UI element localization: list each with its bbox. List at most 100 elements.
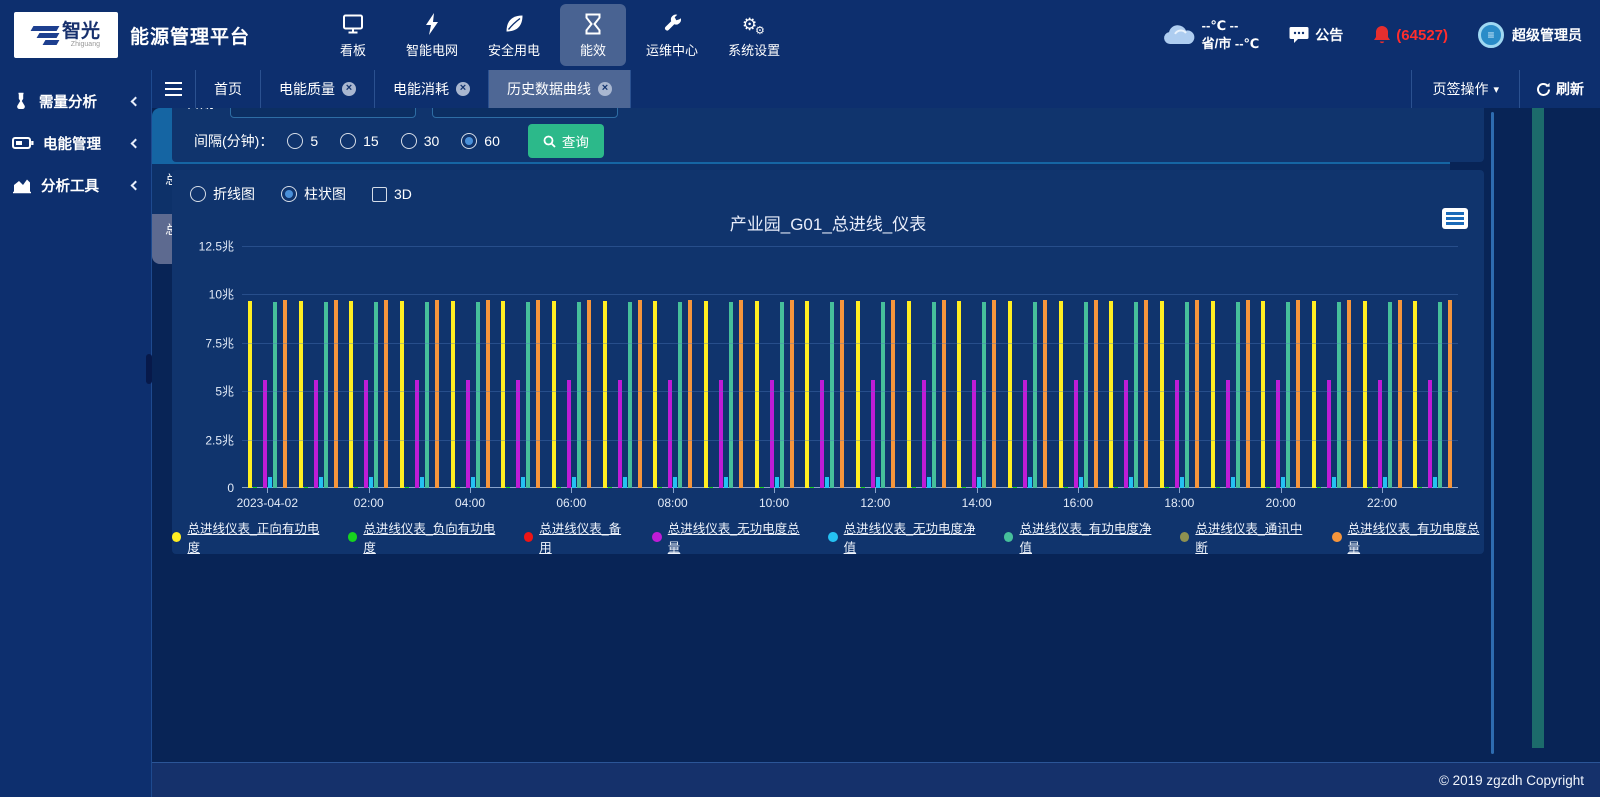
nav-item-dashboard[interactable]: 看板 [320,4,386,66]
legend-item[interactable]: 总进线仪表_有功电度净值 [1004,518,1156,556]
weather-city: 省/市 --℃ [1202,35,1260,53]
chart-option-bar-chart[interactable]: 柱状图 [281,184,346,204]
refresh-button[interactable]: 刷新 [1520,70,1600,108]
user-avatar-icon: ≡ [1478,22,1504,48]
search-button[interactable]: 查询 [528,124,604,158]
tab-home[interactable]: 首页 [196,70,261,108]
page-content: 日期 2023-04-02 2023-04-02 间隔(分钟)： 5153060… [152,108,1600,762]
user-menu[interactable]: ≡ 超级管理员 [1478,22,1582,48]
close-tab-icon[interactable]: × [456,82,470,96]
legend-item[interactable]: 总进线仪表_备用 [524,518,629,556]
nav-item-ops-center[interactable]: 运维中心 [636,4,708,66]
bar [1378,380,1382,488]
nav-item-energy-efficiency[interactable]: 能效 [560,4,626,66]
x-axis-tick [774,488,775,493]
bar [739,300,743,488]
panel-scrollbar[interactable] [1491,112,1494,754]
radio-icon[interactable] [190,186,206,202]
area-chart-icon [12,176,32,194]
bar [709,487,713,488]
bar [476,302,480,488]
legend-item[interactable]: 总进线仪表_通讯中断 [1180,518,1308,556]
bar [1286,302,1290,488]
bar [1327,380,1331,488]
bar [825,477,829,488]
radio-icon[interactable] [340,133,356,149]
bar-group-hour-7 [597,246,648,488]
monitor-icon [341,10,365,36]
bar [349,301,353,488]
collapse-sidebar-button[interactable] [152,70,196,108]
bar-group-hour-17 [1103,246,1154,488]
bar [304,487,308,488]
bar [1043,300,1047,488]
bar [678,302,682,488]
bar-group-hour-20 [1255,246,1306,488]
legend-item[interactable]: 总进线仪表_无功电度净值 [828,518,980,556]
bar [1185,302,1189,488]
radio-icon[interactable] [287,133,303,149]
legend-item[interactable]: 总进线仪表_正向有功电度 [172,518,324,556]
chart-option-three-d[interactable]: 3D [372,186,412,202]
sidebar-item-label: 分析工具 [41,175,99,196]
refresh-icon [1536,82,1551,97]
start-date-input[interactable]: 2023-04-02 [230,108,416,118]
alarm-button[interactable]: (64527) [1373,25,1448,45]
tab-operations-dropdown[interactable]: 页签操作 ▾ [1411,70,1520,108]
bar [1281,477,1285,488]
bar [962,487,966,488]
bar [435,300,439,488]
interval-option-60[interactable]: 60 [461,133,500,149]
chart-option-line-chart[interactable]: 折线图 [190,184,255,204]
bar [1261,301,1265,488]
bar [760,487,764,488]
close-tab-icon[interactable]: × [598,82,612,96]
logo-slashes-icon [32,26,58,45]
legend-item[interactable]: 总进线仪表_负向有功电度 [348,518,500,556]
interval-option-15[interactable]: 15 [340,133,379,149]
bar-chart-plot: 02.5兆5兆7.5兆10兆12.5兆2023-04-0202:0004:000… [242,246,1458,488]
flask-icon [12,92,30,110]
close-tab-icon[interactable]: × [342,82,356,96]
announcement-button[interactable]: 公告 [1289,25,1343,45]
legend-item[interactable]: 总进线仪表_无功电度总量 [652,518,804,556]
sidebar-item-analysis-tools[interactable]: 分析工具 [0,164,151,206]
sidebar-item-energy-management[interactable]: 电能管理 [0,122,151,164]
x-axis-tick [470,488,471,493]
nav-item-label: 运维中心 [646,40,698,59]
page-scrollbar[interactable] [1532,108,1544,748]
y-axis-tick-label: 2.5兆 [205,431,234,448]
top-header: 智光 Zhiguang 能源管理平台 看板智能电网安全用电能效运维中心⚙⚙系统设… [0,0,1600,70]
legend-label: 总进线仪表_无功电度总量 [668,518,804,556]
tab-power-quality[interactable]: 电能质量× [261,70,375,108]
interval-option-5[interactable]: 5 [287,133,318,149]
nav-item-safe-power[interactable]: 安全用电 [478,4,550,66]
bar [653,301,657,488]
tab-history-curve[interactable]: 历史数据曲线 × [489,70,631,108]
bar [982,302,986,488]
radio-icon[interactable] [461,133,477,149]
radio-icon[interactable] [281,186,297,202]
bar [1195,300,1199,488]
nav-item-smart-grid[interactable]: 智能电网 [396,4,468,66]
x-axis-tick-label: 02:00 [354,496,384,510]
radio-icon[interactable] [401,133,417,149]
nav-item-system-settings[interactable]: ⚙⚙系统设置 [718,4,790,66]
legend-dot-icon [172,532,181,542]
interval-option-30[interactable]: 30 [401,133,440,149]
sidebar-item-demand-analysis[interactable]: 需量分析 [0,80,151,122]
bar [638,300,642,488]
bar [1216,487,1220,488]
chart-context-menu-button[interactable] [1442,208,1468,229]
legend-label: 总进线仪表_无功电度净值 [844,518,980,556]
bar [907,301,911,488]
checkbox-icon[interactable] [372,187,387,202]
bar [248,301,252,488]
bar [1413,301,1417,488]
tab-energy-consumption[interactable]: 电能消耗× [375,70,489,108]
chart-title: 产业园_G01_总进线_仪表 [172,210,1484,235]
tab-label: 历史数据曲线 [507,79,591,99]
legend-item[interactable]: 总进线仪表_有功电度总量 [1332,518,1484,556]
end-date-input[interactable]: 2023-04-02 [432,108,618,118]
announcement-label: 公告 [1315,25,1343,45]
